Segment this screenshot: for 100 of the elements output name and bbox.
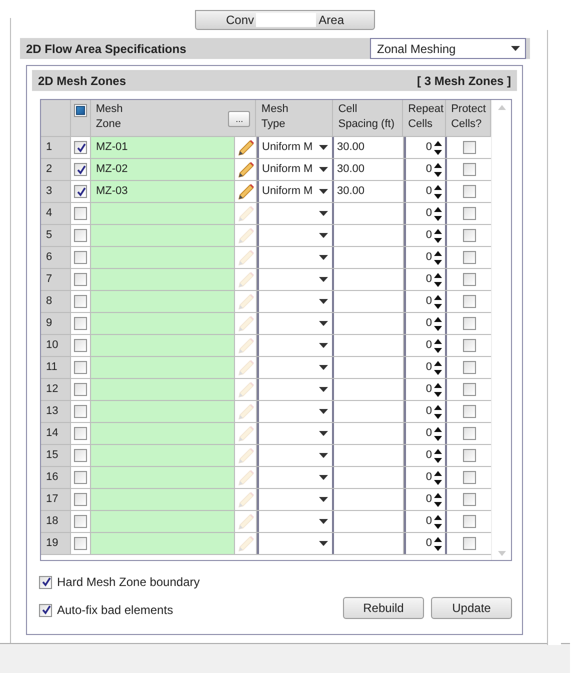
repeat-spinner[interactable]: 0 xyxy=(404,159,447,180)
checkbox[interactable] xyxy=(463,251,476,264)
checkbox[interactable] xyxy=(39,576,52,588)
zone-name-cell[interactable] xyxy=(91,269,235,290)
mesh-type-dropdown[interactable]: Uniform M xyxy=(257,181,334,202)
mesh-type-dropdown[interactable] xyxy=(257,511,334,532)
checkbox[interactable] xyxy=(74,493,87,506)
mesh-type-dropdown[interactable] xyxy=(257,401,334,422)
mesh-type-dropdown[interactable] xyxy=(257,291,334,312)
zone-name-cell[interactable] xyxy=(91,335,235,356)
repeat-spinner[interactable]: 0 xyxy=(404,247,447,268)
mesh-type-dropdown[interactable] xyxy=(257,247,334,268)
checkbox[interactable] xyxy=(74,273,87,286)
action-button[interactable]: Update xyxy=(431,597,512,619)
mesh-type-dropdown[interactable] xyxy=(257,533,334,554)
mesh-type-dropdown[interactable] xyxy=(257,203,334,224)
zone-name-cell[interactable]: MZ-01 xyxy=(91,137,235,158)
spacing-cell[interactable]: 30.00 xyxy=(334,181,404,202)
checkbox[interactable] xyxy=(74,383,87,396)
repeat-spinner[interactable]: 0 xyxy=(404,423,447,444)
mesh-type-dropdown[interactable] xyxy=(257,489,334,510)
checkbox[interactable] xyxy=(74,427,87,440)
mesh-type-dropdown[interactable]: Uniform M xyxy=(257,159,334,180)
browse-button[interactable]: ... xyxy=(228,111,250,127)
checkbox[interactable] xyxy=(74,317,87,330)
repeat-spinner[interactable]: 0 xyxy=(404,511,447,532)
checkbox[interactable] xyxy=(463,141,476,154)
pencil-icon[interactable] xyxy=(236,182,254,200)
zone-name-cell[interactable] xyxy=(91,291,235,312)
checkbox[interactable] xyxy=(74,339,87,352)
select-all-checkbox[interactable] xyxy=(74,104,87,117)
zone-name-cell[interactable] xyxy=(91,247,235,268)
checkbox[interactable] xyxy=(74,537,87,550)
repeat-spinner[interactable]: 0 xyxy=(404,467,447,488)
checkbox[interactable] xyxy=(74,471,87,484)
mesh-type-dropdown[interactable] xyxy=(257,467,334,488)
checkbox[interactable] xyxy=(463,405,476,418)
zone-name-cell[interactable] xyxy=(91,511,235,532)
repeat-spinner[interactable]: 0 xyxy=(404,291,447,312)
zone-name-cell[interactable] xyxy=(91,467,235,488)
checkbox[interactable] xyxy=(74,405,87,418)
repeat-spinner[interactable]: 0 xyxy=(404,445,447,466)
zone-name-cell[interactable] xyxy=(91,445,235,466)
checkbox[interactable] xyxy=(463,317,476,330)
checkbox[interactable] xyxy=(463,273,476,286)
checkbox[interactable] xyxy=(463,339,476,352)
repeat-spinner[interactable]: 0 xyxy=(404,313,447,334)
zone-name-cell[interactable] xyxy=(91,379,235,400)
repeat-spinner[interactable]: 0 xyxy=(404,137,447,158)
repeat-spinner[interactable]: 0 xyxy=(404,181,447,202)
mesh-type-dropdown[interactable]: Uniform M xyxy=(257,137,334,158)
checkbox[interactable] xyxy=(463,163,476,176)
checkbox[interactable] xyxy=(463,295,476,308)
checkbox[interactable] xyxy=(74,449,87,462)
checkbox[interactable] xyxy=(74,229,87,242)
spacing-cell[interactable]: 30.00 xyxy=(334,159,404,180)
repeat-spinner[interactable]: 0 xyxy=(404,269,447,290)
mesh-type-dropdown[interactable] xyxy=(257,445,334,466)
zone-name-cell[interactable] xyxy=(91,225,235,246)
zone-name-cell[interactable] xyxy=(91,489,235,510)
repeat-spinner[interactable]: 0 xyxy=(404,533,447,554)
repeat-spinner[interactable]: 0 xyxy=(404,225,447,246)
checkbox[interactable] xyxy=(463,449,476,462)
zone-name-cell[interactable] xyxy=(91,357,235,378)
zone-name-cell[interactable] xyxy=(91,203,235,224)
zone-name-cell[interactable] xyxy=(91,423,235,444)
repeat-spinner[interactable]: 0 xyxy=(404,335,447,356)
repeat-spinner[interactable]: 0 xyxy=(404,401,447,422)
mesh-type-dropdown[interactable] xyxy=(257,423,334,444)
checkbox[interactable] xyxy=(74,163,87,176)
repeat-spinner[interactable]: 0 xyxy=(404,357,447,378)
checkbox[interactable] xyxy=(74,361,87,374)
mesh-type-dropdown[interactable] xyxy=(257,379,334,400)
checkbox[interactable] xyxy=(463,229,476,242)
checkbox[interactable] xyxy=(74,185,87,198)
repeat-spinner[interactable]: 0 xyxy=(404,203,447,224)
checkbox[interactable] xyxy=(463,471,476,484)
checkbox[interactable] xyxy=(74,141,87,154)
zone-name-cell[interactable] xyxy=(91,401,235,422)
checkbox[interactable] xyxy=(39,604,52,616)
checkbox[interactable] xyxy=(463,427,476,440)
checkbox[interactable] xyxy=(463,361,476,374)
checkbox[interactable] xyxy=(463,537,476,550)
mesh-type-dropdown[interactable] xyxy=(257,357,334,378)
mesh-type-dropdown[interactable] xyxy=(257,269,334,290)
checkbox[interactable] xyxy=(463,383,476,396)
mesh-type-dropdown[interactable] xyxy=(257,335,334,356)
checkbox[interactable] xyxy=(74,515,87,528)
pencil-icon[interactable] xyxy=(236,138,254,156)
repeat-spinner[interactable]: 0 xyxy=(404,489,447,510)
checkbox[interactable] xyxy=(74,295,87,308)
action-button[interactable]: Rebuild xyxy=(343,597,424,619)
checkbox[interactable] xyxy=(463,207,476,220)
zone-name-cell[interactable]: MZ-02 xyxy=(91,159,235,180)
repeat-spinner[interactable]: 0 xyxy=(404,379,447,400)
checkbox[interactable] xyxy=(74,207,87,220)
zone-name-cell[interactable] xyxy=(91,313,235,334)
mode-dropdown[interactable]: Zonal Meshing xyxy=(370,38,526,59)
pencil-icon[interactable] xyxy=(236,160,254,178)
zone-name-cell[interactable]: MZ-03 xyxy=(91,181,235,202)
